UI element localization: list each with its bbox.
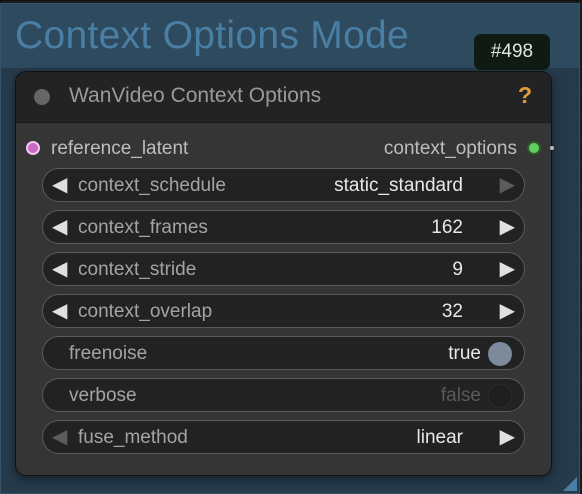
widget-label: context_schedule: [78, 175, 226, 196]
fuse-method-widget[interactable]: ◀ fuse_method linear ▶: [42, 420, 525, 454]
input-slot-label: reference_latent: [51, 138, 189, 159]
decrement-arrow-icon[interactable]: ◀: [52, 215, 67, 239]
node-title: WanVideo Context Options: [69, 84, 322, 107]
decrement-arrow-icon[interactable]: ◀: [52, 299, 67, 323]
increment-arrow-icon[interactable]: ▶: [500, 257, 515, 281]
widget-value: true: [448, 343, 481, 364]
widget-label: verbose: [69, 385, 137, 406]
increment-arrow-icon[interactable]: ▶: [500, 215, 515, 239]
decrement-arrow-icon[interactable]: ◀: [52, 257, 67, 281]
collapse-dot-icon[interactable]: [34, 89, 50, 105]
toggle-knob-icon[interactable]: [488, 384, 512, 408]
group-title: Context Options Mode: [15, 14, 410, 57]
widget-value: 9: [452, 259, 463, 280]
context-frames-widget[interactable]: ◀ context_frames 162 ▶: [42, 210, 525, 244]
node-header[interactable]: WanVideo Context Options ?: [16, 72, 551, 123]
context-stride-widget[interactable]: ◀ context_stride 9 ▶: [42, 252, 525, 286]
node-id-badge: #498: [474, 34, 550, 70]
freenoise-toggle[interactable]: freenoise true: [42, 336, 525, 370]
increment-arrow-icon[interactable]: ▶: [500, 425, 515, 449]
help-icon[interactable]: ?: [518, 82, 532, 109]
increment-arrow-icon[interactable]: ▶: [500, 299, 515, 323]
widget-value: 162: [431, 217, 463, 238]
output-slot-dot-icon[interactable]: [527, 141, 541, 155]
widget-label: context_overlap: [78, 301, 213, 322]
decrement-arrow-icon[interactable]: ◀: [52, 173, 67, 197]
toggle-knob-icon[interactable]: [488, 342, 512, 366]
context-options-node[interactable]: WanVideo Context Options ? reference_lat…: [16, 72, 554, 475]
group-resize-handle[interactable]: [563, 477, 577, 491]
slot-row: reference_latent context_options: [16, 136, 554, 162]
verbose-toggle[interactable]: verbose false: [42, 378, 525, 412]
widget-value: 32: [441, 301, 463, 322]
widget-value: false: [440, 385, 481, 406]
decrement-arrow-icon[interactable]: ◀: [52, 425, 67, 449]
output-slot-label: context_options: [383, 138, 517, 159]
context-schedule-widget[interactable]: ◀ context_schedule static_standard ▶: [42, 168, 525, 202]
widget-label: context_stride: [78, 259, 197, 280]
widget-value: static_standard: [334, 175, 463, 196]
increment-arrow-icon[interactable]: ▶: [500, 173, 515, 197]
output-link-stub: [550, 146, 554, 150]
widget-label: freenoise: [69, 343, 148, 364]
input-slot-dot-icon[interactable]: [26, 141, 40, 155]
widget-label: context_frames: [78, 217, 208, 238]
widget-value: linear: [416, 427, 463, 448]
context-overlap-widget[interactable]: ◀ context_overlap 32 ▶: [42, 294, 525, 328]
widget-label: fuse_method: [78, 427, 188, 448]
